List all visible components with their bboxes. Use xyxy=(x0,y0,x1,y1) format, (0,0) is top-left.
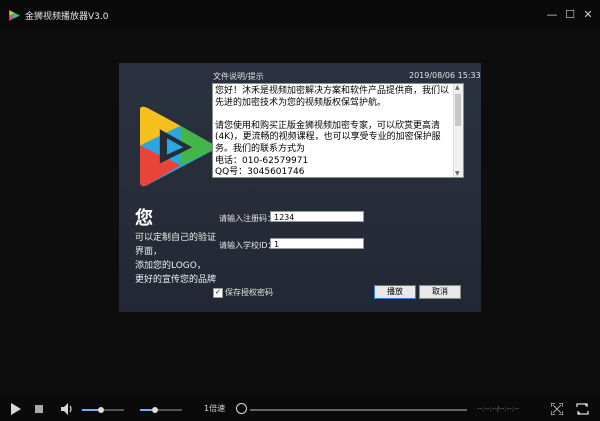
progress-bar[interactable] xyxy=(250,409,467,411)
balance-slider[interactable] xyxy=(140,407,182,413)
login-dialog: 您 可以定制自己的验证 界面， 添加您的LOGO， 更好的宣传您的品牌 文件说明… xyxy=(119,63,481,312)
reg-code-input[interactable]: 1234 xyxy=(270,211,364,222)
loop-icon[interactable] xyxy=(576,403,589,415)
play-icon[interactable] xyxy=(10,403,22,415)
slogan-line: 界面， xyxy=(135,247,163,257)
window-title: 金狮视频播放器V3.0 xyxy=(25,12,109,22)
brand-logo-icon xyxy=(140,106,215,187)
volume-knob[interactable] xyxy=(97,407,104,413)
slogan-line: 更好的宣传您的品牌 xyxy=(135,275,217,285)
slogan-line: 添加您的LOGO， xyxy=(135,261,206,271)
school-id-input[interactable]: 1 xyxy=(270,238,364,249)
notice-text: 您好！沐禾是视频加密解决方案和软件产品提供商，我们以先进的加密技术为您的视频版权… xyxy=(215,86,450,178)
notice-textarea[interactable]: 您好！沐禾是视频加密解决方案和软件产品提供商，我们以先进的加密技术为您的视频版权… xyxy=(212,83,464,178)
slogan-line: 可以定制自己的验证 xyxy=(135,233,217,243)
stop-icon[interactable] xyxy=(35,405,43,413)
notice-scrollbar[interactable]: ▲ ▼ xyxy=(453,84,463,177)
time-label: --:--:--/--:--:-- xyxy=(477,405,520,413)
reg-code-label: 请输入注册码： xyxy=(219,214,275,223)
scroll-down-icon[interactable]: ▼ xyxy=(455,170,460,177)
app-logo-icon xyxy=(9,10,20,21)
save-password-checkbox[interactable]: ✓ xyxy=(213,288,223,298)
progress-knob[interactable] xyxy=(236,403,247,414)
volume-slider[interactable] xyxy=(82,407,124,413)
scroll-up-icon[interactable]: ▲ xyxy=(455,84,460,91)
fullscreen-icon[interactable] xyxy=(551,403,563,415)
notice-date: 2019/08/06 15:33 xyxy=(409,71,481,80)
slogan-title: 您 xyxy=(135,208,153,229)
speed-label[interactable]: 1倍速 xyxy=(204,397,225,421)
save-password-label: 保存授权密码 xyxy=(225,288,273,297)
close-icon[interactable]: ✕ xyxy=(580,8,596,22)
cancel-button[interactable]: 取消 xyxy=(419,285,461,299)
volume-icon[interactable] xyxy=(61,403,74,415)
play-button[interactable]: 播放 xyxy=(374,285,416,299)
minimize-icon[interactable]: — xyxy=(544,8,560,22)
notice-label: 文件说明/提示 xyxy=(213,72,264,81)
school-id-label: 请输入学校ID： xyxy=(219,241,276,250)
scroll-thumb[interactable] xyxy=(455,94,461,126)
maximize-icon[interactable]: ☐ xyxy=(562,8,578,22)
balance-knob[interactable] xyxy=(151,407,158,413)
